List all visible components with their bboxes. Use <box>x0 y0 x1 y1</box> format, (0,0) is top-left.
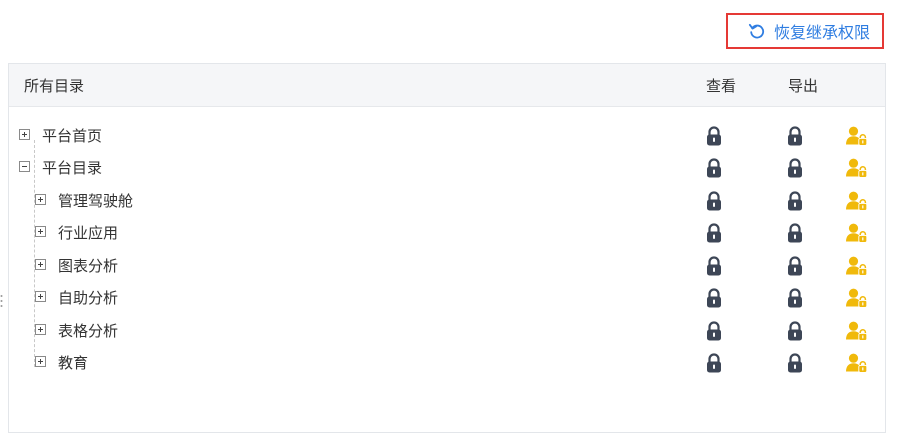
user-lock-icon[interactable] <box>846 158 868 178</box>
export-lock-icon[interactable] <box>787 353 803 373</box>
tree-item-label[interactable]: 表格分析 <box>58 320 118 341</box>
table-header: 所有目录 查看 导出 <box>9 64 885 107</box>
view-lock-icon[interactable] <box>706 353 722 373</box>
export-lock-icon[interactable] <box>787 191 803 211</box>
tree-item-label[interactable]: 自助分析 <box>58 287 118 308</box>
user-lock-icon[interactable] <box>846 256 868 276</box>
user-lock-icon[interactable] <box>846 223 868 243</box>
tree-row: 行业应用 <box>0 217 900 249</box>
tree-row: 平台目录 <box>0 152 900 184</box>
tree-item-label[interactable]: 教育 <box>58 352 88 373</box>
user-lock-icon[interactable] <box>846 191 868 211</box>
header-view: 查看 <box>706 77 737 95</box>
tree-row: 管理驾驶舱 <box>0 185 900 217</box>
restore-inherit-button[interactable]: 恢复继承权限 <box>748 20 870 42</box>
export-lock-icon[interactable] <box>787 256 803 276</box>
view-lock-icon[interactable] <box>706 256 722 276</box>
refresh-icon <box>748 22 766 40</box>
user-lock-icon[interactable] <box>846 353 868 373</box>
header-directory: 所有目录 <box>24 77 85 95</box>
export-lock-icon[interactable] <box>787 223 803 243</box>
tree-item-label[interactable]: 管理驾驶舱 <box>58 190 133 211</box>
expand-toggle-icon[interactable] <box>35 226 46 237</box>
export-lock-icon[interactable] <box>787 158 803 178</box>
tree-item-label[interactable]: 行业应用 <box>58 222 118 243</box>
user-lock-icon[interactable] <box>846 321 868 341</box>
view-lock-icon[interactable] <box>706 223 722 243</box>
expand-toggle-icon[interactable] <box>19 129 30 140</box>
expand-toggle-icon[interactable] <box>35 291 46 302</box>
view-lock-icon[interactable] <box>706 191 722 211</box>
tree-row: 表格分析 <box>0 315 900 347</box>
export-lock-icon[interactable] <box>787 126 803 146</box>
tree-item-label[interactable]: 图表分析 <box>58 255 118 276</box>
user-lock-icon[interactable] <box>846 126 868 146</box>
tree-row: 自助分析 <box>0 282 900 314</box>
expand-toggle-icon[interactable] <box>35 194 46 205</box>
view-lock-icon[interactable] <box>706 158 722 178</box>
tree-row: 教育 <box>0 347 900 379</box>
user-lock-icon[interactable] <box>846 288 868 308</box>
tree-row: 平台首页 <box>0 120 900 152</box>
tree-item-label[interactable]: 平台目录 <box>42 157 102 178</box>
view-lock-icon[interactable] <box>706 321 722 341</box>
tree-item-label[interactable]: 平台首页 <box>42 125 102 146</box>
view-lock-icon[interactable] <box>706 126 722 146</box>
view-lock-icon[interactable] <box>706 288 722 308</box>
tree-row: 图表分析 <box>0 250 900 282</box>
restore-inherit-label: 恢复继承权限 <box>774 23 871 42</box>
expand-toggle-icon[interactable] <box>35 259 46 270</box>
export-lock-icon[interactable] <box>787 321 803 341</box>
header-export: 导出 <box>788 77 819 95</box>
collapse-toggle-icon[interactable] <box>19 161 30 172</box>
expand-toggle-icon[interactable] <box>35 356 46 367</box>
export-lock-icon[interactable] <box>787 288 803 308</box>
expand-toggle-icon[interactable] <box>35 324 46 335</box>
